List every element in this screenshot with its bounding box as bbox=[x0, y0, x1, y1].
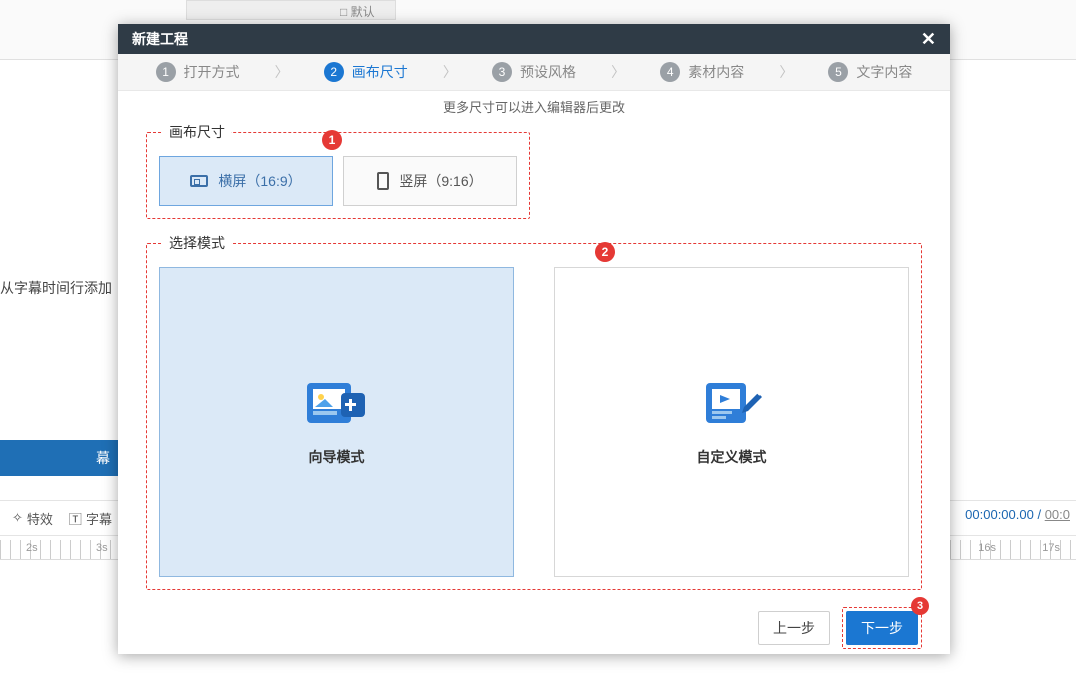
custom-mode-label: 自定义模式 bbox=[697, 447, 767, 467]
canvas-portrait-option[interactable]: 竖屏（9:16） bbox=[343, 156, 517, 206]
tool-subtitle[interactable]: 🅃 字幕 bbox=[69, 509, 112, 528]
next-button[interactable]: 下一步 bbox=[846, 611, 918, 645]
tool-subtitle-label: 字幕 bbox=[86, 509, 112, 528]
step-label-3: 预设风格 bbox=[520, 62, 576, 82]
step-num-4: 4 bbox=[660, 62, 680, 82]
wizard-mode-label: 向导模式 bbox=[309, 447, 365, 467]
canvas-landscape-option[interactable]: 横屏（16:9） bbox=[159, 156, 333, 206]
step-num-2: 2 bbox=[324, 62, 344, 82]
modal-header: 新建工程 ✕ bbox=[118, 24, 950, 54]
select-mode-group: 选择模式 2 bbox=[146, 233, 922, 590]
canvas-landscape-label: 横屏（16:9） bbox=[218, 171, 301, 191]
annotation-badge-1: 1 bbox=[322, 130, 342, 150]
wizard-mode-card[interactable]: 向导模式 bbox=[159, 267, 514, 577]
annotation-badge-3: 3 bbox=[911, 597, 929, 615]
step-label-2: 画布尺寸 bbox=[352, 62, 408, 82]
canvas-portrait-label: 竖屏（9:16） bbox=[399, 171, 482, 191]
modal-content: 画布尺寸 1 横屏（16:9） 竖屏（9:16） 选择模式 2 bbox=[118, 118, 950, 602]
annotation-badge-2: 2 bbox=[595, 242, 615, 262]
next-button-highlight: 3 下一步 bbox=[842, 607, 922, 649]
select-mode-legend: 选择模式 bbox=[163, 233, 231, 253]
chevron-icon: 〉 bbox=[611, 62, 625, 82]
custom-mode-card[interactable]: 自定义模式 bbox=[554, 267, 909, 577]
step-preset-style[interactable]: 3 预设风格 bbox=[492, 62, 576, 82]
ruler-2s: 2s bbox=[26, 542, 38, 554]
size-hint: 更多尺寸可以进入编辑器后更改 bbox=[118, 91, 950, 118]
chevron-icon: 〉 bbox=[275, 62, 289, 82]
step-material[interactable]: 4 素材内容 bbox=[660, 62, 744, 82]
step-label-5: 文字内容 bbox=[856, 62, 912, 82]
step-label-4: 素材内容 bbox=[688, 62, 744, 82]
wizard-mode-icon bbox=[305, 377, 369, 429]
timecode-total: 00:0 bbox=[1045, 507, 1070, 522]
step-text-content[interactable]: 5 文字内容 bbox=[828, 62, 912, 82]
timecode: 00:00:00.00 / 00:0 bbox=[965, 507, 1070, 522]
chevron-icon: 〉 bbox=[443, 62, 457, 82]
modal-footer: 上一步 3 下一步 bbox=[118, 602, 950, 654]
step-open-method[interactable]: 1 打开方式 bbox=[156, 62, 240, 82]
bg-default-label: □ 默认 bbox=[340, 3, 375, 20]
new-project-modal: 新建工程 ✕ 1 打开方式 〉 2 画布尺寸 〉 3 预设风格 〉 4 素材内容 〉 5… bbox=[118, 24, 950, 654]
canvas-size-group: 画布尺寸 1 横屏（16:9） 竖屏（9:16） bbox=[146, 122, 530, 219]
bg-default-text: 默认 bbox=[351, 5, 375, 19]
ruler-17s: 17s bbox=[1042, 542, 1060, 554]
ruler-16s: 16s bbox=[978, 542, 996, 554]
timecode-current: 00:00:00.00 bbox=[965, 507, 1034, 522]
canvas-size-legend: 画布尺寸 bbox=[163, 122, 231, 142]
ruler-3s: 3s bbox=[96, 542, 108, 554]
custom-mode-icon bbox=[700, 377, 764, 429]
step-num-1: 1 bbox=[156, 62, 176, 82]
modal-title: 新建工程 bbox=[132, 29, 188, 49]
step-canvas-size[interactable]: 2 画布尺寸 bbox=[324, 62, 408, 82]
tool-effects[interactable]: ✧ 特效 bbox=[12, 509, 53, 528]
close-icon[interactable]: ✕ bbox=[921, 29, 936, 50]
bg-active-sidebar-label: 幕 bbox=[96, 448, 110, 468]
prev-button[interactable]: 上一步 bbox=[758, 611, 830, 645]
bg-subtitle-hint: 从字幕时间行添加 bbox=[0, 278, 112, 298]
wizard-steps: 1 打开方式 〉 2 画布尺寸 〉 3 预设风格 〉 4 素材内容 〉 5 文字内容 bbox=[118, 54, 950, 91]
landscape-icon bbox=[190, 175, 208, 187]
step-num-3: 3 bbox=[492, 62, 512, 82]
step-label-1: 打开方式 bbox=[184, 62, 240, 82]
chevron-icon: 〉 bbox=[779, 62, 793, 82]
portrait-icon bbox=[377, 172, 389, 190]
bg-active-sidebar[interactable]: 幕 bbox=[0, 440, 118, 476]
step-num-5: 5 bbox=[828, 62, 848, 82]
tool-effects-label: 特效 bbox=[27, 509, 53, 528]
